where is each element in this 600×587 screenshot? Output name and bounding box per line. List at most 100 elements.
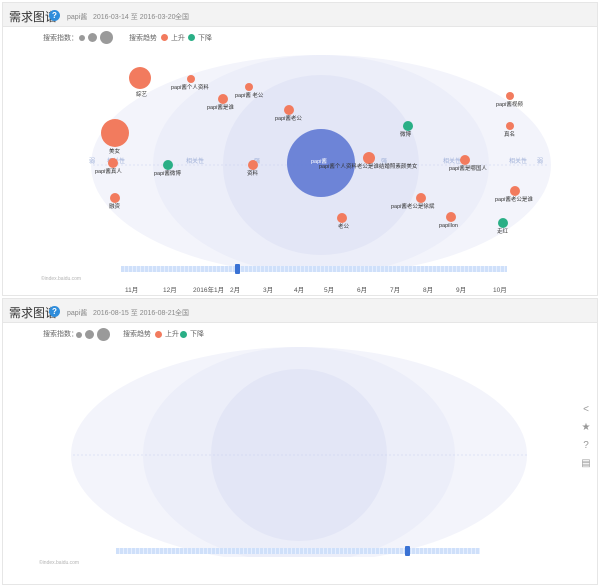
share-icon[interactable]: <	[578, 402, 594, 418]
help-icon[interactable]: ?	[578, 438, 594, 454]
month-tick-label: 2月	[230, 287, 241, 294]
relevance-ring-label: 弱	[89, 159, 96, 165]
related-keyword-node[interactable]	[460, 155, 470, 165]
month-tick-label: 6月	[357, 287, 368, 294]
month-tick-label: 2016年1月	[193, 287, 225, 294]
timeline-track[interactable]	[116, 548, 480, 554]
related-keyword-node[interactable]	[337, 213, 347, 223]
related-keyword-label[interactable]: papi酱微博	[154, 171, 181, 178]
related-keyword-label[interactable]: papi酱老公是谁	[495, 197, 533, 204]
help-icon[interactable]: ?	[49, 10, 60, 21]
related-keyword-label[interactable]: 融资	[109, 204, 120, 211]
related-keyword-node[interactable]	[187, 75, 195, 83]
month-tick-label: 8月	[423, 287, 434, 294]
month-tick-label: 5月	[324, 287, 335, 294]
related-keyword-node[interactable]	[110, 193, 120, 203]
down-dot-icon	[180, 331, 187, 338]
panel-header: 需求图谱 ? papi酱 2016-08-15 至 2016-08-21 全国	[3, 299, 597, 323]
down-label: 下降	[190, 331, 204, 338]
related-keyword-label[interactable]: papi酱是哪国人	[449, 166, 487, 173]
size-small-icon	[79, 35, 85, 41]
related-keyword-label[interactable]: 走红	[497, 229, 508, 236]
region-label[interactable]: 全国	[175, 308, 189, 318]
search-index-legend: 搜索指数：	[43, 329, 78, 339]
timeline-handle[interactable]	[234, 264, 240, 274]
keyword-label: papi酱	[67, 310, 88, 317]
related-keyword-label[interactable]: papi酱视频	[496, 102, 523, 109]
related-keyword-node[interactable]	[108, 158, 118, 168]
related-keyword-node[interactable]	[498, 218, 508, 228]
related-keyword-label[interactable]: papi酱 老公	[235, 93, 263, 100]
up-label: 上升	[165, 331, 179, 338]
relevance-ring-label: 相关性	[509, 159, 528, 165]
related-keyword-node[interactable]	[510, 186, 520, 196]
relevance-ring-label: 弱	[537, 159, 544, 165]
related-keyword-node[interactable]	[248, 160, 258, 170]
related-keyword-node[interactable]	[163, 160, 173, 170]
trend-label: 搜索趋势	[123, 331, 151, 338]
demand-graph-panel-2: 需求图谱 ? papi酱 2016-08-15 至 2016-08-21 全国 …	[2, 298, 598, 585]
up-label: 上升	[171, 35, 185, 42]
size-medium-icon	[88, 33, 97, 42]
related-keyword-label[interactable]: papi酱个人资料	[171, 85, 209, 92]
search-index-label: 搜索指数：	[43, 331, 78, 338]
related-keyword-node[interactable]	[416, 193, 426, 203]
down-label: 下降	[198, 35, 212, 42]
related-keyword-node[interactable]	[363, 152, 375, 164]
month-tick-label: 7月	[390, 287, 401, 294]
trend-label: 搜索趋势	[129, 35, 157, 42]
related-keyword-label[interactable]: 綜艺	[136, 92, 147, 99]
comment-icon[interactable]: ▤	[578, 456, 594, 472]
related-keyword-node[interactable]	[403, 121, 413, 131]
size-small-icon	[76, 332, 82, 338]
star-icon[interactable]: ★	[578, 420, 594, 436]
related-keyword-label[interactable]: 老公	[338, 224, 349, 231]
graph-canvas	[71, 347, 528, 557]
related-keyword-node[interactable]	[506, 92, 514, 100]
up-dot-icon	[161, 34, 168, 41]
related-keyword-label[interactable]: 微博	[400, 132, 411, 139]
related-keyword-label[interactable]: 美女	[109, 149, 120, 156]
panel-header: 需求图谱 ? papi酱 2016-03-14 至 2016-03-20 全国	[3, 3, 597, 27]
relevance-ring-label: 相关性	[443, 159, 462, 165]
search-index-legend: 搜索指数：	[43, 33, 78, 43]
month-tick-label: 9月	[456, 287, 467, 294]
related-keyword-label[interactable]: papi酱老公是徐斌	[391, 204, 434, 211]
related-keyword-label[interactable]: 真名	[504, 132, 515, 139]
month-tick-label: 12月	[163, 287, 177, 294]
month-tick-label: 3月	[263, 287, 274, 294]
relevance-ring-label: 相关性	[186, 159, 205, 165]
related-keyword-node[interactable]	[446, 212, 456, 222]
month-tick-label: 4月	[294, 287, 305, 294]
help-icon[interactable]: ?	[49, 306, 60, 317]
related-keyword-node[interactable]	[218, 94, 228, 104]
up-dot-icon	[155, 331, 162, 338]
related-keyword-label[interactable]: papi酱真人	[95, 169, 122, 176]
related-keyword-node[interactable]	[245, 83, 253, 91]
date-range[interactable]: 2016-03-14 至 2016-03-20	[93, 12, 176, 22]
related-keyword-node[interactable]	[506, 122, 514, 130]
search-index-label: 搜索指数：	[43, 35, 78, 42]
related-keyword-label[interactable]: papi酱是谁	[207, 105, 234, 112]
related-keyword-node[interactable]	[284, 105, 294, 115]
region-label[interactable]: 全国	[175, 12, 189, 22]
keyword-label: papi酱	[67, 14, 88, 21]
related-keyword-label[interactable]: 资料	[247, 171, 258, 178]
watermark: ©index.baidu.com	[39, 560, 80, 566]
related-keyword-label[interactable]: papi酱个人资料老公是谁结婚照素颜美女	[319, 164, 417, 171]
size-large-icon	[97, 328, 110, 341]
size-medium-icon	[85, 330, 94, 339]
related-keyword-node[interactable]	[129, 67, 151, 89]
size-large-icon	[100, 31, 113, 44]
related-keyword-node[interactable]	[101, 119, 129, 147]
month-tick-label: 10月	[493, 287, 507, 294]
timeline-track[interactable]	[121, 266, 507, 272]
related-keyword-label[interactable]: papi酱老公	[275, 116, 302, 123]
timeline-handle[interactable]	[405, 546, 411, 556]
date-range[interactable]: 2016-08-15 至 2016-08-21	[93, 308, 176, 318]
demand-graph-panel-1: 需求图谱 ? papi酱 2016-03-14 至 2016-03-20 全国 …	[2, 2, 598, 296]
related-keyword-label[interactable]: papillon	[439, 223, 458, 230]
down-dot-icon	[188, 34, 195, 41]
watermark: ©index.baidu.com	[41, 276, 82, 282]
month-tick-label: 11月	[125, 287, 139, 294]
